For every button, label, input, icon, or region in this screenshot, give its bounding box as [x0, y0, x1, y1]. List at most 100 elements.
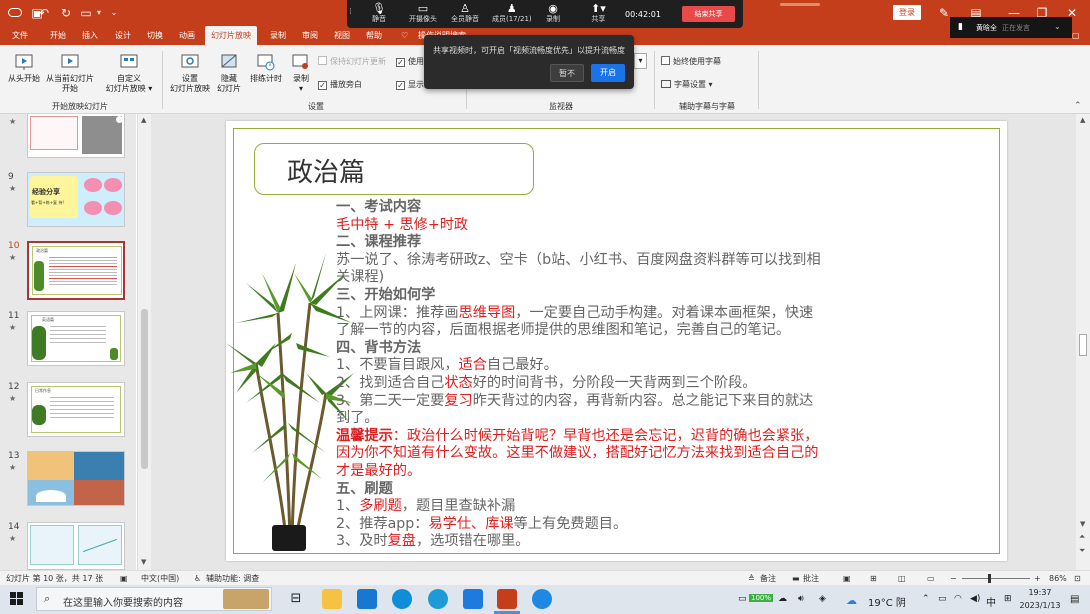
scroll-down-icon[interactable]: ▼ [141, 558, 146, 566]
scroll-up-icon[interactable]: ▲ [1080, 116, 1085, 124]
file-explorer-icon[interactable] [322, 589, 342, 609]
tab-home[interactable]: 开始 [50, 29, 66, 42]
share-button[interactable]: ⬆▾ 共享 [591, 3, 606, 24]
mute-all-button[interactable]: ♙ 全员静音 [451, 3, 479, 24]
tab-slideshow[interactable]: 幻灯片放映 [205, 26, 257, 45]
volume-icon[interactable]: 🔊︎ [798, 594, 804, 604]
notifications-icon[interactable]: ▤ [1070, 594, 1079, 605]
mail-icon[interactable] [357, 589, 377, 609]
tab-design[interactable]: 设计 [115, 29, 131, 42]
always-subtitles-checkbox[interactable]: 始终使用字幕 [661, 56, 721, 67]
popup-later-button[interactable]: 暂不 [550, 64, 584, 82]
weather-icon[interactable]: ☁ [846, 594, 857, 607]
title-box[interactable]: 政治篇 [254, 143, 534, 195]
reading-view-icon[interactable]: ◫ [898, 573, 906, 584]
record-button[interactable]: 录制 ▾ [288, 52, 314, 94]
ime-indicator[interactable]: 中 [986, 594, 996, 609]
zoom-slider-thumb[interactable] [988, 574, 991, 583]
clock-time[interactable]: 19:37 [1016, 588, 1064, 597]
thumbnail-scrollbar[interactable]: ▲ ▼ [137, 114, 151, 570]
slide-sorter-icon[interactable]: ⊞ [870, 573, 877, 584]
accessibility-status[interactable]: 辅助功能: 调查 [206, 573, 259, 584]
chevron-down-icon[interactable]: ⌄ [1054, 22, 1061, 31]
camera-button[interactable]: ▭ 开摄像头 [409, 3, 437, 24]
previous-slide-icon[interactable]: ⏶ [1079, 532, 1085, 542]
zoom-level[interactable]: 86% [1049, 573, 1067, 584]
slide-thumbnail-8[interactable] [27, 114, 125, 158]
zoom-in-icon[interactable]: + [1034, 573, 1041, 584]
slide-thumbnail-13[interactable] [27, 451, 125, 506]
weather-text[interactable]: 19°C 阴 [868, 594, 906, 609]
record-meeting-button[interactable]: ◉ 录制 [546, 3, 560, 24]
feishu-icon[interactable] [463, 589, 483, 609]
play-narration-checkbox[interactable]: ✓ 播放旁白 [318, 79, 362, 90]
language-indicator[interactable]: 中文(中国) [141, 573, 179, 584]
slide-canvas[interactable]: 政治篇 一、考试内容 毛中特 + 思修+时政 二、课程推荐 苏一说了、徐涛考研政… [226, 121, 1007, 561]
custom-show-button[interactable]: 自定义 幻灯片放映 ▾ [100, 52, 158, 94]
rehearse-timings-button[interactable]: 排练计时 [246, 52, 286, 84]
zoom-slider[interactable] [962, 578, 1030, 579]
scroll-down-icon[interactable]: ▼ [1080, 520, 1085, 528]
next-slide-icon[interactable]: ⏷ [1079, 546, 1085, 556]
spelling-icon[interactable]: ▣ [120, 573, 128, 584]
tab-help[interactable]: 帮助 [366, 29, 382, 42]
hide-slide-button[interactable]: 隐藏 幻灯片 [214, 52, 244, 94]
network-icon[interactable]: ▭ [938, 594, 947, 604]
wifi-icon[interactable]: ◠ [954, 594, 962, 604]
tab-insert[interactable]: 插入 [82, 29, 98, 42]
from-current-button[interactable]: 从当前幻灯片 开始 [42, 52, 98, 94]
speaker-panel[interactable]: ▮ 黄晗全 正在发言 ⌄ [950, 17, 1072, 38]
undo-icon[interactable]: ↶ [36, 4, 52, 22]
notes-button[interactable]: 备注 [760, 573, 776, 584]
security-icon[interactable]: ◈ [819, 594, 826, 604]
scroll-up-icon[interactable]: ▲ [141, 116, 146, 124]
tab-record[interactable]: 录制 [270, 29, 286, 42]
clock-date[interactable]: 2023/1/13 [1016, 601, 1064, 610]
slide-thumbnail-10[interactable]: 政治篇 [27, 241, 125, 300]
slide-thumbnail-14[interactable] [27, 522, 125, 570]
present-icon[interactable]: ▭ [78, 4, 94, 22]
from-start-button[interactable]: 从头开始 [6, 52, 42, 84]
browser-icon[interactable] [428, 589, 448, 609]
drag-handle-icon[interactable]: ⁞ [349, 8, 352, 17]
qat-dropdown-icon[interactable]: ▾ [94, 4, 104, 22]
tab-view[interactable]: 视图 [334, 29, 350, 42]
comments-ribbon-icon[interactable]: ▢ [1072, 29, 1080, 42]
collapse-ribbon-icon[interactable]: ⌃ [1074, 101, 1082, 111]
slide-thumbnail-9[interactable]: 经验分享 看+背+练+复 持! [27, 172, 125, 227]
cloud-icon[interactable]: ☁ [778, 594, 787, 604]
editor-scrollbar[interactable]: ▲ ▼ ⏶ ⏷ [1076, 114, 1090, 570]
subtitle-settings-button[interactable]: 字幕设置 ▾ [661, 79, 713, 90]
slide-thumbnail-11[interactable]: 英语篇 [27, 311, 125, 366]
redo-icon[interactable]: ↻ [58, 4, 74, 22]
tab-file[interactable]: 文件 [12, 29, 28, 42]
tab-review[interactable]: 审阅 [302, 29, 318, 42]
ime-mode-icon[interactable]: ⊞ [1004, 594, 1012, 604]
customize-qat-icon[interactable]: ⌄ [108, 4, 120, 22]
scroll-thumb[interactable] [1079, 334, 1087, 356]
mute-button[interactable]: 🎙︎ 静音 [372, 3, 386, 24]
task-view-icon[interactable]: ⊟ [286, 589, 306, 609]
slide-thumbnail-12[interactable]: 日常作息 [27, 382, 125, 437]
popup-enable-button[interactable]: 开启 [591, 64, 625, 82]
autosave-toggle[interactable] [6, 4, 24, 22]
zoom-out-icon[interactable]: − [950, 573, 957, 584]
windows-start-icon[interactable] [10, 592, 24, 606]
tab-transitions[interactable]: 切换 [147, 29, 163, 42]
signin-button[interactable]: 登录 [893, 5, 921, 20]
keep-updated-checkbox[interactable]: 保持幻灯片更新 [318, 56, 386, 67]
meeting-app-icon[interactable] [532, 589, 552, 609]
fit-slide-icon[interactable]: ⊡ [1074, 573, 1081, 584]
setup-show-button[interactable]: 设置 幻灯片放映 [166, 52, 214, 94]
edge-icon[interactable] [392, 589, 412, 609]
chevron-up-icon[interactable]: ⌃ [922, 594, 930, 604]
monitor-dropdown[interactable]: ▾ [634, 53, 647, 69]
slideshow-view-icon[interactable]: ▭ [927, 573, 935, 584]
powerpoint-icon[interactable] [497, 589, 517, 609]
members-button[interactable]: ♟ 成员(17/21) [492, 3, 532, 24]
tab-animations[interactable]: 动画 [179, 29, 195, 42]
comments-button[interactable]: 批注 [803, 573, 819, 584]
battery-icon[interactable]: ▭ [738, 594, 747, 604]
taskbar-search[interactable]: ⌕ 在这里输入你要搜索的内容 [36, 587, 272, 611]
scroll-thumb[interactable] [141, 309, 148, 469]
